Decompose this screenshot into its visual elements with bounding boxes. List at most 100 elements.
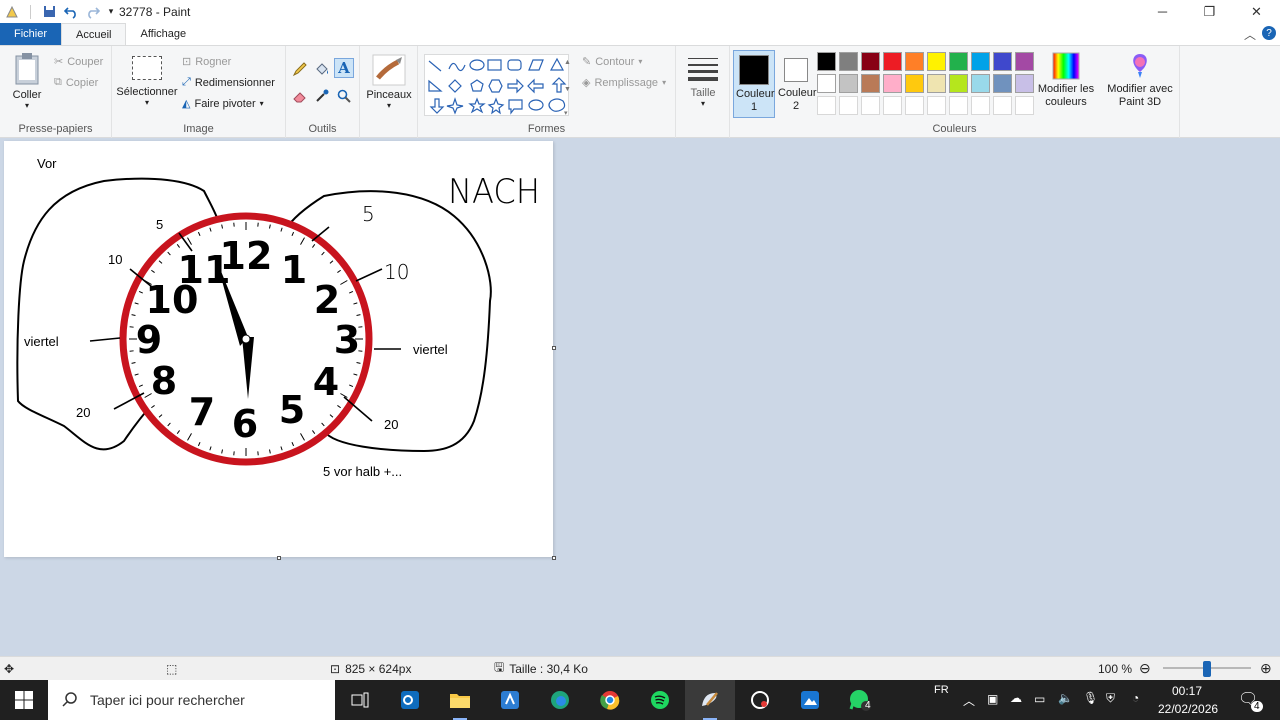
color-swatch[interactable] [971, 96, 990, 115]
canvas-workspace[interactable]: 12 1 2 3 4 5 6 7 8 9 10 11 Vor NACH 5 10… [0, 138, 1280, 656]
help-icon[interactable]: ? [1262, 26, 1276, 40]
taskbar-search[interactable]: Taper ici pour rechercher [48, 680, 335, 720]
color2-button[interactable]: Couleur 2 [776, 50, 817, 118]
color-swatch[interactable] [1015, 74, 1034, 93]
battery-icon[interactable]: ▭ [1034, 692, 1045, 706]
zoom-slider-thumb[interactable] [1203, 661, 1211, 677]
resize-handle-corner[interactable] [552, 556, 556, 560]
tab-view[interactable]: Affichage [126, 23, 200, 45]
color-swatch[interactable] [817, 74, 836, 93]
clock-date[interactable]: 22/02/2026 [1158, 702, 1218, 716]
store-app-icon[interactable] [485, 680, 535, 720]
chrome-icon[interactable] [585, 680, 635, 720]
color-swatch[interactable] [1015, 96, 1034, 115]
size-button[interactable]: Taille ▾ [682, 56, 724, 108]
show-hidden-icons[interactable]: ︿ [963, 692, 975, 709]
paint3d-button[interactable]: Modifier avec Paint 3D [1104, 52, 1176, 109]
meet-now-icon[interactable]: ▣ [987, 692, 998, 706]
tab-home[interactable]: Accueil [61, 23, 127, 45]
outlook-icon[interactable] [385, 680, 435, 720]
color-swatch[interactable] [993, 74, 1012, 93]
file-explorer-icon[interactable] [435, 680, 485, 720]
fill-button[interactable]: ◈ Remplissage ▾ [582, 76, 666, 90]
color-swatch[interactable] [883, 96, 902, 115]
color-swatch[interactable] [817, 52, 836, 71]
color-swatch[interactable] [861, 52, 880, 71]
color-swatch[interactable] [949, 52, 968, 71]
color-swatch[interactable] [905, 96, 924, 115]
color-swatch[interactable] [905, 74, 924, 93]
crop-button[interactable]: ⊡ Rogner [182, 55, 231, 69]
color-swatch[interactable] [839, 52, 858, 71]
security-icon[interactable]: ⛨ [1106, 691, 1115, 706]
language-indicator[interactable]: FR [934, 684, 949, 696]
redo-icon[interactable] [85, 4, 101, 20]
zoom-in-button[interactable]: ⊕ [1260, 660, 1272, 677]
outline-label: Contour [595, 55, 635, 68]
zoom-out-button[interactable]: ⊖ [1139, 660, 1151, 677]
color-swatch[interactable] [1015, 52, 1034, 71]
color-swatch[interactable] [905, 52, 924, 71]
scissors-icon: ✂ [54, 56, 64, 68]
color-swatch[interactable] [883, 74, 902, 93]
rotate-button[interactable]: ◭ Faire pivoter ▾ [182, 97, 264, 111]
text-tool-icon[interactable]: A [334, 58, 354, 78]
volume-icon[interactable]: 🔈 [1058, 691, 1073, 705]
color-swatch[interactable] [839, 74, 858, 93]
window-title: 32778 - Paint [119, 4, 191, 19]
color-swatch[interactable] [861, 74, 880, 93]
close-button[interactable]: ✕ [1233, 0, 1280, 23]
select-button[interactable]: Sélectionner ▾ [116, 56, 178, 107]
color-swatch[interactable] [949, 96, 968, 115]
resize-button[interactable]: ⤢ Redimensionner [182, 76, 275, 89]
color-swatch[interactable] [817, 96, 836, 115]
start-button[interactable] [0, 680, 48, 720]
minimize-button[interactable]: ─ [1139, 0, 1186, 23]
clock-time[interactable]: 00:17 [1172, 684, 1202, 698]
color-swatch[interactable] [927, 52, 946, 71]
fill-bucket-icon[interactable] [312, 59, 332, 79]
screen-recorder-icon[interactable] [735, 680, 785, 720]
onedrive-icon[interactable]: ☁ [1010, 691, 1022, 705]
photos-icon[interactable] [785, 680, 835, 720]
color-swatch[interactable] [993, 52, 1012, 71]
color-swatch[interactable] [971, 74, 990, 93]
color1-button[interactable]: Couleur 1 [733, 50, 775, 118]
paste-button[interactable]: Coller ▾ [8, 52, 46, 110]
drawing-canvas[interactable]: 12 1 2 3 4 5 6 7 8 9 10 11 Vor NACH 5 10… [4, 141, 553, 557]
color-swatch[interactable] [927, 74, 946, 93]
outline-button[interactable]: ✎ Contour ▾ [582, 55, 642, 69]
edge-icon[interactable] [535, 680, 585, 720]
restore-button[interactable]: ❐ [1186, 0, 1233, 23]
resize-handle-bottom[interactable] [277, 556, 281, 560]
magnifier-icon[interactable] [334, 86, 354, 106]
copy-button[interactable]: ⧉ Copier [54, 76, 98, 89]
shapes-gallery[interactable]: ▲ ▼ ▾ [424, 54, 571, 117]
brushes-button[interactable]: Pinceaux ▾ [364, 54, 414, 110]
pencil-icon[interactable] [290, 59, 310, 79]
color-swatch[interactable] [861, 96, 880, 115]
color-swatch[interactable] [839, 96, 858, 115]
resize-handle-right[interactable] [552, 346, 556, 350]
color-swatch[interactable] [971, 52, 990, 71]
task-view-icon[interactable] [335, 680, 385, 720]
paint-app-icon[interactable] [4, 4, 20, 20]
paint-taskbar-icon[interactable] [685, 680, 735, 720]
edit-colors-button[interactable]: Modifier les couleurs [1036, 52, 1096, 109]
color-swatch[interactable] [993, 96, 1012, 115]
collapse-ribbon-icon[interactable]: ︿ [1244, 26, 1256, 43]
undo-icon[interactable] [63, 4, 79, 20]
eraser-icon[interactable] [290, 86, 310, 106]
color-picker-icon[interactable] [312, 86, 332, 106]
customize-toolbar-icon[interactable]: ▾ [107, 4, 115, 20]
spotify-icon[interactable] [635, 680, 685, 720]
color-swatch[interactable] [927, 96, 946, 115]
whatsapp-icon[interactable]: 4 [835, 680, 885, 720]
save-icon[interactable] [41, 4, 57, 20]
wifi-icon[interactable]: ◔ [1132, 691, 1139, 705]
color-swatch[interactable] [883, 52, 902, 71]
microphone-icon[interactable]: 🎙 [1083, 691, 1098, 705]
cut-button[interactable]: ✂ Couper [54, 55, 103, 69]
color-swatch[interactable] [949, 74, 968, 93]
tab-file[interactable]: Fichier [0, 23, 62, 45]
